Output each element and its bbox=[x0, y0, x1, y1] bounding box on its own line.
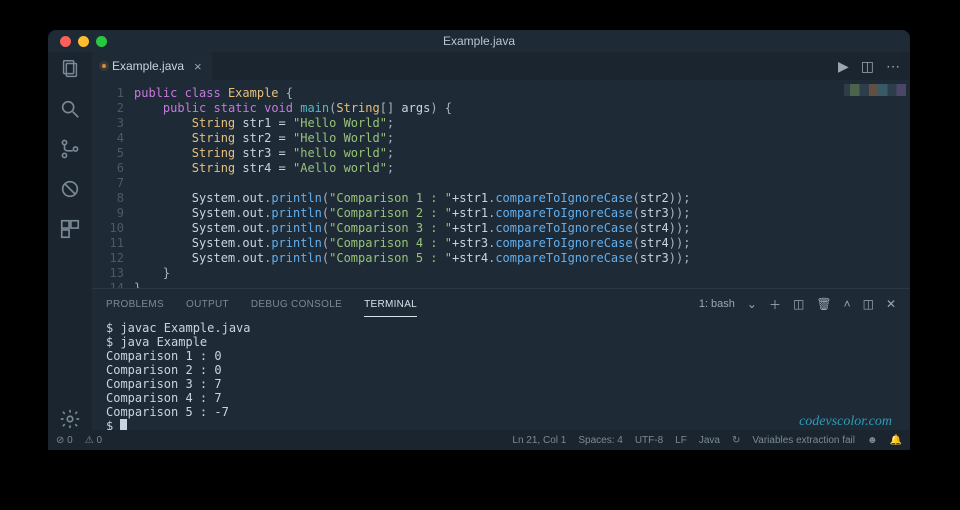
maximize-panel-icon[interactable]: ˄ bbox=[844, 297, 851, 311]
search-icon[interactable] bbox=[59, 98, 81, 120]
status-errors[interactable]: ⊘ 0 bbox=[56, 435, 73, 446]
activity-bar bbox=[48, 52, 92, 430]
run-icon[interactable]: ▶ bbox=[838, 58, 849, 75]
panel-tab-debug-console[interactable]: DEBUG CONSOLE bbox=[251, 299, 342, 310]
close-tab-icon[interactable]: × bbox=[194, 59, 202, 74]
app-window: Example.java Example.java × ▶ ◫ bbox=[48, 30, 910, 450]
split-terminal-icon[interactable]: ◫ bbox=[793, 297, 804, 311]
java-file-icon bbox=[102, 64, 106, 68]
status-warnings[interactable]: ⚠ 0 bbox=[85, 435, 102, 446]
close-window-icon[interactable] bbox=[60, 36, 71, 47]
panel-tab-problems[interactable]: PROBLEMS bbox=[106, 299, 164, 310]
line-gutter: 1234567891011121314 bbox=[92, 80, 134, 288]
explorer-icon[interactable] bbox=[59, 58, 81, 80]
close-panel-icon[interactable]: ✕ bbox=[886, 297, 896, 311]
status-sync-icon[interactable]: ↻ bbox=[732, 435, 740, 446]
bottom-panel: PROBLEMS OUTPUT DEBUG CONSOLE TERMINAL 1… bbox=[92, 288, 910, 430]
traffic-lights bbox=[60, 36, 107, 47]
extensions-icon[interactable] bbox=[59, 218, 81, 240]
terminal-selector[interactable]: 1: bash bbox=[699, 298, 735, 310]
status-cursor-position[interactable]: Ln 21, Col 1 bbox=[512, 435, 566, 446]
split-editor-icon[interactable]: ◫ bbox=[861, 58, 874, 75]
editor-tabbar: Example.java × ▶ ◫ ⋯ bbox=[92, 52, 910, 80]
code-editor[interactable]: 1234567891011121314 public class Example… bbox=[92, 80, 910, 288]
settings-gear-icon[interactable] bbox=[59, 408, 81, 430]
status-feedback-icon[interactable]: ☻ bbox=[867, 435, 878, 446]
panel-tab-terminal[interactable]: TERMINAL bbox=[364, 299, 417, 310]
more-actions-icon[interactable]: ⋯ bbox=[886, 58, 900, 75]
status-language[interactable]: Java bbox=[699, 435, 720, 446]
terminal-output[interactable]: $ javac Example.java$ java ExampleCompar… bbox=[92, 319, 910, 430]
watermark: codevscolor.com bbox=[799, 414, 892, 430]
status-message[interactable]: Variables extraction fail bbox=[752, 435, 855, 446]
terminal-dropdown-icon[interactable]: ⌄ bbox=[747, 297, 757, 311]
status-bell-icon[interactable]: 🔔 bbox=[890, 435, 902, 446]
titlebar: Example.java bbox=[48, 30, 910, 52]
status-encoding[interactable]: UTF-8 bbox=[635, 435, 663, 446]
tab-filename: Example.java bbox=[112, 59, 184, 73]
status-indentation[interactable]: Spaces: 4 bbox=[578, 435, 622, 446]
status-eol[interactable]: LF bbox=[675, 435, 687, 446]
status-bar: ⊘ 0 ⚠ 0 Ln 21, Col 1 Spaces: 4 UTF-8 LF … bbox=[48, 430, 910, 450]
source-control-icon[interactable] bbox=[59, 138, 81, 160]
zoom-window-icon[interactable] bbox=[96, 36, 107, 47]
kill-terminal-icon[interactable]: 🗑 bbox=[816, 297, 831, 311]
new-terminal-icon[interactable]: ＋ bbox=[769, 296, 781, 313]
panel-tabs: PROBLEMS OUTPUT DEBUG CONSOLE TERMINAL 1… bbox=[92, 289, 910, 319]
panel-tab-output[interactable]: OUTPUT bbox=[186, 299, 229, 310]
code-content[interactable]: public class Example { public static voi… bbox=[134, 80, 910, 288]
minimize-window-icon[interactable] bbox=[78, 36, 89, 47]
editor-tab[interactable]: Example.java × bbox=[92, 52, 212, 80]
debug-icon[interactable] bbox=[59, 178, 81, 200]
editor-actions: ▶ ◫ ⋯ bbox=[838, 58, 910, 75]
window-title: Example.java bbox=[48, 34, 910, 48]
panel-layout-icon[interactable]: ◫ bbox=[863, 297, 874, 311]
minimap[interactable] bbox=[844, 84, 906, 96]
